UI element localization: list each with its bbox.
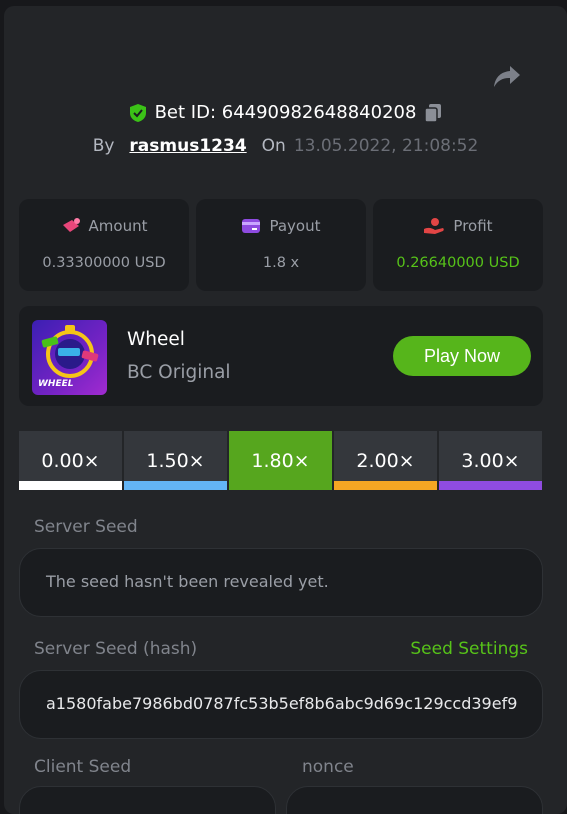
multiplier-color-bar bbox=[334, 481, 437, 490]
client-seed-label: Client Seed bbox=[34, 757, 132, 777]
play-now-button[interactable]: Play Now bbox=[393, 336, 531, 376]
shield-check-icon bbox=[129, 103, 146, 122]
server-seed-field: The seed hasn't been revealed yet. bbox=[19, 548, 543, 617]
profit-card: Profit 0.26640000 USD bbox=[373, 199, 543, 291]
multiplier-color-bar bbox=[229, 481, 332, 490]
server-hash-label: Server Seed (hash) bbox=[34, 639, 198, 659]
multiplier-label: 1.50× bbox=[146, 449, 205, 472]
game-thumbnail[interactable]: WHEEL bbox=[32, 320, 107, 395]
multiplier-label: 3.00× bbox=[461, 449, 520, 472]
thumb-text: WHEEL bbox=[38, 379, 74, 389]
amount-value: 0.33300000 USD bbox=[42, 255, 166, 271]
multiplier-color-bar bbox=[439, 481, 542, 490]
profit-label: Profit bbox=[453, 217, 493, 235]
bet-id: Bet ID: 64490982648840208 bbox=[154, 102, 417, 123]
client-seed-field[interactable] bbox=[19, 786, 276, 814]
multiplier-0[interactable]: 0.00× bbox=[19, 431, 122, 490]
profit-value: 0.26640000 USD bbox=[396, 255, 520, 271]
multiplier-color-bar bbox=[19, 481, 122, 490]
multiplier-2[interactable]: 1.80× bbox=[229, 431, 332, 490]
multiplier-label: 1.80× bbox=[251, 449, 310, 472]
amount-card: Amount 0.33300000 USD bbox=[19, 199, 189, 291]
payout-card: Payout 1.8 x bbox=[196, 199, 366, 291]
bet-byline: By rasmus1234 On 13.05.2022, 21:08:52 bbox=[4, 136, 567, 156]
multiplier-row: 0.00× 1.50× 1.80× 2.00× 3.00× bbox=[19, 431, 542, 490]
server-hash-field[interactable]: a1580fabe7986bd0787fc53b5ef8b6abc9d69c12… bbox=[19, 670, 543, 739]
amount-label: Amount bbox=[88, 217, 148, 235]
nonce-label: nonce bbox=[302, 757, 354, 777]
card-icon bbox=[242, 219, 261, 233]
copy-icon[interactable] bbox=[424, 103, 442, 123]
bet-date: 13.05.2022, 21:08:52 bbox=[293, 136, 479, 156]
multiplier-color-bar bbox=[124, 481, 227, 490]
hand-money-icon bbox=[424, 218, 445, 234]
game-name: Wheel bbox=[127, 329, 185, 350]
multiplier-3[interactable]: 2.00× bbox=[334, 431, 437, 490]
on-label: On bbox=[261, 136, 286, 156]
game-provider: BC Original bbox=[127, 362, 231, 383]
by-label: By bbox=[92, 136, 115, 156]
server-hash-value: a1580fabe7986bd0787fc53b5ef8b6abc9d69c12… bbox=[46, 694, 518, 713]
multiplier-label: 2.00× bbox=[356, 449, 415, 472]
multiplier-4[interactable]: 3.00× bbox=[439, 431, 542, 490]
bet-details-panel: Bet ID: 64490982648840208 By rasmus1234 … bbox=[4, 6, 567, 814]
multiplier-1[interactable]: 1.50× bbox=[124, 431, 227, 490]
payout-value: 1.8 x bbox=[262, 255, 300, 271]
money-icon bbox=[62, 218, 80, 232]
seed-settings-link[interactable]: Seed Settings bbox=[410, 639, 528, 659]
nonce-field[interactable] bbox=[286, 786, 543, 814]
multiplier-label: 0.00× bbox=[41, 449, 100, 472]
game-card: WHEEL Wheel BC Original Play Now bbox=[19, 306, 543, 406]
bet-id-row: Bet ID: 64490982648840208 bbox=[4, 102, 567, 123]
share-icon[interactable] bbox=[493, 64, 521, 90]
server-seed-placeholder: The seed hasn't been revealed yet. bbox=[46, 572, 329, 591]
user-link[interactable]: rasmus1234 bbox=[129, 136, 246, 156]
server-seed-label: Server Seed bbox=[34, 517, 138, 537]
payout-label: Payout bbox=[269, 217, 321, 235]
